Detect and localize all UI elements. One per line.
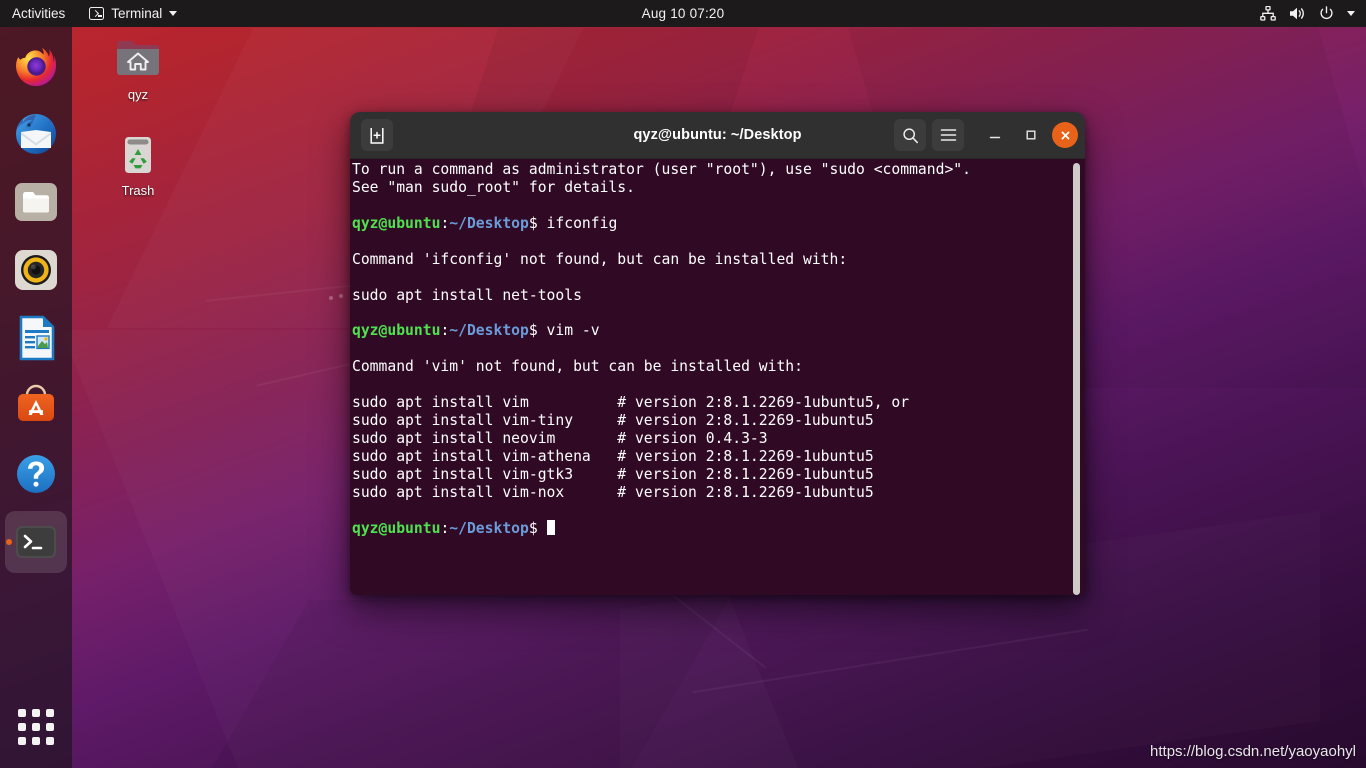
help-icon — [17, 455, 55, 493]
terminal-line: See "man sudo_root" for details. — [352, 178, 635, 196]
terminal-cursor — [546, 520, 556, 536]
firefox-icon — [16, 48, 56, 86]
terminal-line: sudo apt install neovim # version 0.4.3-… — [352, 430, 768, 448]
trash-icon — [125, 137, 151, 173]
terminal-icon — [16, 526, 56, 558]
close-icon — [1061, 131, 1069, 139]
home-folder-icon — [117, 41, 159, 75]
clock-label[interactable]: Aug 10 07:20 — [642, 6, 725, 21]
activities-button[interactable]: Activities — [0, 0, 79, 27]
maximize-icon — [1026, 130, 1036, 140]
search-icon — [902, 127, 918, 143]
desktop-icon-home-folder[interactable]: qyz — [94, 36, 182, 102]
dock-item-firefox[interactable] — [5, 35, 67, 97]
new-tab-icon — [370, 127, 384, 144]
prompt-colon: : — [440, 322, 450, 340]
minimize-button[interactable] — [980, 120, 1010, 150]
prompt-colon: : — [440, 214, 450, 232]
dock — [0, 27, 72, 768]
new-tab-button[interactable] — [361, 119, 393, 151]
power-icon[interactable] — [1319, 6, 1334, 21]
terminal-line: qyz@ubuntu:~/Desktop$ ifconfig — [352, 215, 1063, 233]
top-bar: Activities Terminal Aug 10 07:20 — [0, 0, 1366, 27]
network-wired-icon[interactable] — [1260, 6, 1276, 21]
desktop-icon-label: Trash — [121, 183, 155, 198]
terminal-icon — [89, 7, 105, 20]
prompt-user: qyz@ubuntu — [352, 322, 441, 340]
watermark: https://blog.csdn.net/yaoyaohyl — [1150, 743, 1356, 760]
wallpaper-dot — [329, 296, 333, 300]
dock-item-ubuntu-software[interactable] — [5, 375, 67, 437]
dock-item-files[interactable] — [5, 171, 67, 233]
prompt-sigil: $ ifconfig — [528, 214, 618, 232]
terminal-line: sudo apt install vim # version 2:8.1.226… — [352, 394, 910, 412]
terminal-scrollbar[interactable] — [1072, 163, 1081, 595]
terminal-scrollbar-thumb[interactable] — [1073, 163, 1080, 595]
terminal-titlebar[interactable]: qyz@ubuntu: ~/Desktop — [350, 112, 1085, 159]
close-button[interactable] — [1052, 122, 1078, 148]
clock-area: Aug 10 07:20 — [0, 0, 1366, 27]
dock-item-thunderbird[interactable] — [5, 103, 67, 165]
apps-grid-icon — [18, 709, 54, 745]
prompt-colon: : — [440, 519, 450, 537]
wallpaper-streak — [692, 628, 1088, 693]
prompt-sigil: $ — [528, 519, 547, 537]
libreoffice-impress-icon — [19, 315, 55, 361]
prompt-path: ~/Desktop — [449, 322, 529, 340]
menu-button[interactable] — [932, 119, 964, 151]
terminal-line: To run a command as administrator (user … — [352, 161, 971, 178]
rhythmbox-icon — [15, 250, 57, 290]
wallpaper-facet — [210, 600, 730, 768]
chevron-down-icon[interactable] — [1347, 11, 1355, 16]
dock-item-terminal[interactable] — [5, 511, 67, 573]
files-icon — [15, 183, 57, 221]
desktop-icon-label: qyz — [127, 87, 149, 102]
app-menu-terminal[interactable]: Terminal — [79, 0, 187, 27]
dock-item-help[interactable] — [5, 443, 67, 505]
thunderbird-icon — [16, 114, 56, 154]
volume-icon[interactable] — [1289, 6, 1306, 21]
prompt-sigil: $ vim -v — [528, 322, 600, 340]
prompt-path: ~/Desktop — [449, 214, 529, 232]
ubuntu-software-icon — [18, 384, 54, 421]
dock-item-rhythmbox[interactable] — [5, 239, 67, 301]
app-menu-label: Terminal — [111, 6, 163, 21]
terminal-line: Command 'ifconfig' not found, but can be… — [352, 250, 848, 268]
terminal-line: sudo apt install vim-athena # version 2:… — [352, 448, 874, 465]
terminal-output: To run a command as administrator (user … — [352, 161, 1063, 538]
minimize-icon — [989, 136, 1001, 139]
terminal-line: sudo apt install vim-tiny # version 2:8.… — [352, 412, 874, 430]
desktop-icon-trash[interactable]: Trash — [94, 132, 182, 198]
prompt-path: ~/Desktop — [449, 519, 529, 537]
system-tray[interactable] — [1260, 6, 1366, 21]
terminal-line: qyz@ubuntu:~/Desktop$ vim -v — [352, 322, 1063, 340]
prompt-user: qyz@ubuntu — [352, 214, 441, 232]
terminal-line: sudo apt install vim-nox # version 2:8.1… — [352, 483, 874, 501]
terminal-line: Command 'vim' not found, but can be inst… — [352, 358, 803, 376]
maximize-button[interactable] — [1016, 120, 1046, 150]
terminal-body[interactable]: To run a command as administrator (user … — [350, 159, 1085, 595]
terminal-line: sudo apt install net-tools — [352, 286, 582, 304]
terminal-line: qyz@ubuntu:~/Desktop$ — [352, 520, 1063, 538]
dock-item-libreoffice-impress[interactable] — [5, 307, 67, 369]
titlebar-controls — [894, 119, 1078, 151]
wallpaper-dot — [339, 294, 343, 298]
prompt-user: qyz@ubuntu — [352, 519, 441, 537]
search-button[interactable] — [894, 119, 926, 151]
chevron-down-icon — [169, 11, 178, 16]
show-applications-button[interactable] — [5, 696, 67, 758]
terminal-window[interactable]: qyz@ubuntu: ~/Desktop To run a command a… — [350, 112, 1085, 595]
hamburger-menu-icon — [940, 129, 956, 141]
terminal-line: sudo apt install vim-gtk3 # version 2:8.… — [352, 465, 874, 483]
